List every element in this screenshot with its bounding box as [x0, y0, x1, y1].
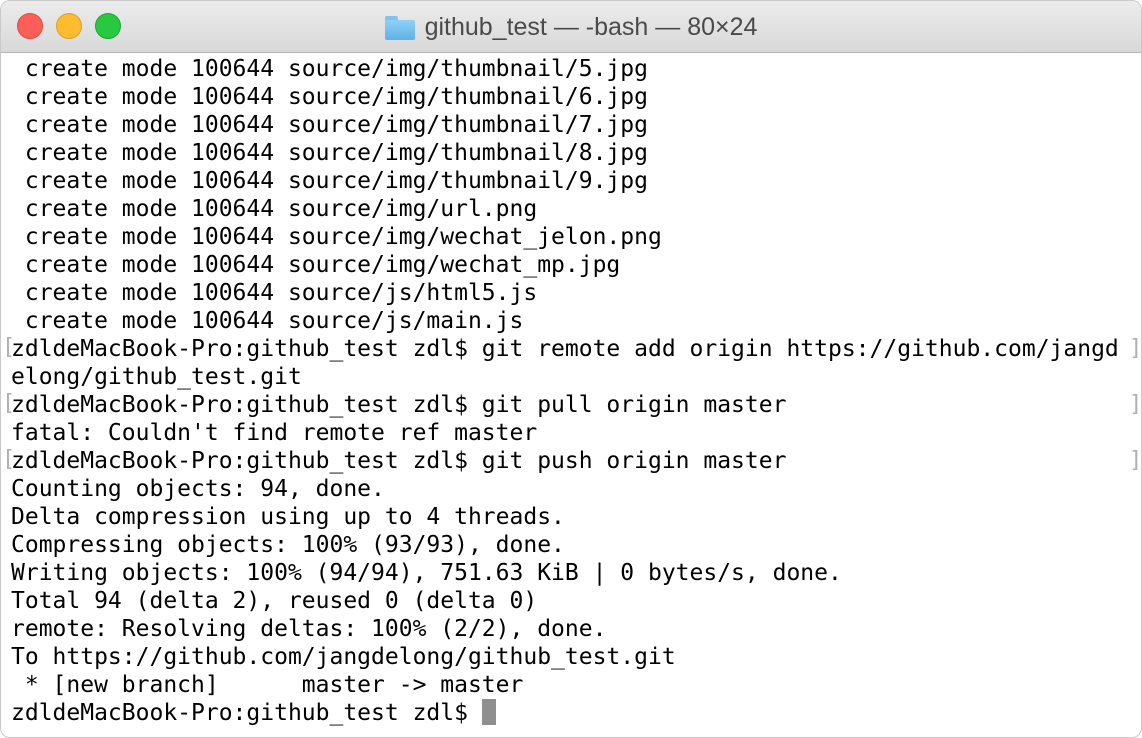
terminal-window: github_test — -bash — 80×24 create mode … — [0, 0, 1142, 738]
title-bar[interactable]: github_test — -bash — 80×24 — [1, 1, 1141, 53]
terminal-line: create mode 100644 source/img/thumbnail/… — [11, 168, 648, 194]
terminal-line: elong/github_test.git — [11, 364, 302, 390]
terminal-line: create mode 100644 source/img/thumbnail/… — [11, 140, 648, 166]
command-line: zdldeMacBook-Pro:github_test zdl$ git re… — [11, 336, 1119, 362]
window-title: github_test — -bash — 80×24 — [424, 12, 758, 41]
prompt-text: zdldeMacBook-Pro:github_test zdl$ — [11, 700, 482, 726]
terminal-line: * [new branch] master -> master — [11, 672, 524, 698]
terminal-output[interactable]: create mode 100644 source/img/thumbnail/… — [2, 55, 1141, 735]
active-prompt-line[interactable]: zdldeMacBook-Pro:github_test zdl$ — [11, 699, 496, 727]
terminal-line: create mode 100644 source/js/html5.js — [11, 280, 538, 306]
terminal-line: Delta compression using up to 4 threads. — [11, 504, 565, 530]
terminal-line: create mode 100644 source/js/main.js — [11, 308, 524, 334]
terminal-line: create mode 100644 source/img/url.png — [11, 196, 538, 222]
terminal-line: Total 94 (delta 2), reused 0 (delta 0) — [11, 588, 538, 614]
command-line: zdldeMacBook-Pro:github_test zdl$ git pu… — [11, 448, 787, 474]
terminal-line: Writing objects: 100% (94/94), 751.63 Ki… — [11, 560, 842, 586]
prompt-mark-end: ] — [1129, 392, 1142, 417]
command-line: zdldeMacBook-Pro:github_test zdl$ git pu… — [11, 392, 787, 418]
terminal-line: Compressing objects: 100% (93/93), done. — [11, 532, 565, 558]
prompt-mark-end: ] — [1129, 448, 1142, 473]
terminal-line: create mode 100644 source/img/thumbnail/… — [11, 84, 648, 110]
folder-icon — [384, 16, 415, 40]
terminal-line: remote: Resolving deltas: 100% (2/2), do… — [11, 616, 607, 642]
terminal-line: Counting objects: 94, done. — [11, 476, 385, 502]
prompt-mark-end: ] — [1129, 336, 1142, 361]
terminal-line: fatal: Couldn't find remote ref master — [11, 420, 538, 446]
terminal-line: create mode 100644 source/img/wechat_jel… — [11, 224, 662, 250]
terminal-line: To https://github.com/jangdelong/github_… — [11, 644, 676, 670]
terminal-line: create mode 100644 source/img/thumbnail/… — [11, 56, 648, 82]
terminal-line: create mode 100644 source/img/wechat_mp.… — [11, 252, 621, 278]
text-cursor — [481, 699, 496, 725]
terminal-line: create mode 100644 source/img/thumbnail/… — [11, 112, 648, 138]
window-title-group: github_test — -bash — 80×24 — [1, 1, 1141, 53]
